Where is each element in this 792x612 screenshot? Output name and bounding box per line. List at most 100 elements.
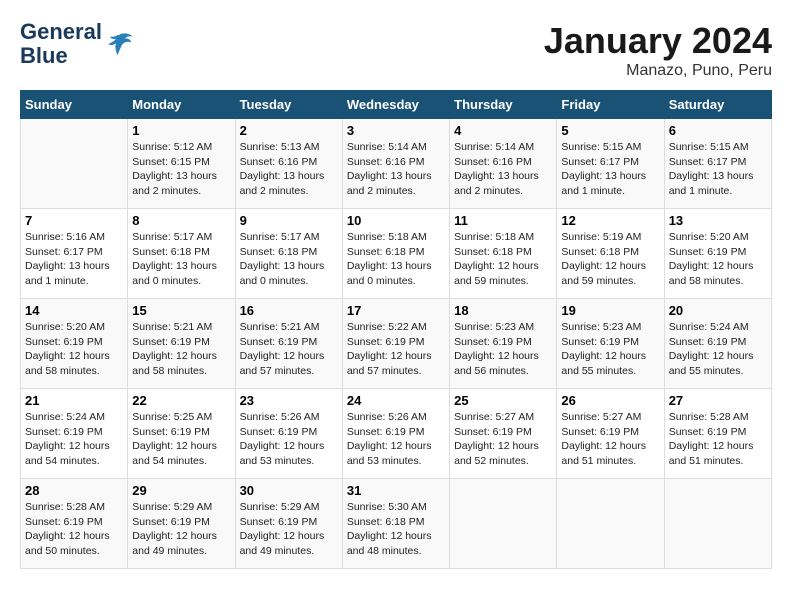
day-info: Sunrise: 5:28 AM Sunset: 6:19 PM Dayligh…: [669, 410, 767, 469]
logo-text: GeneralBlue: [20, 20, 102, 68]
day-number: 23: [240, 393, 338, 408]
day-number: 19: [561, 303, 659, 318]
calendar-cell: 1Sunrise: 5:12 AM Sunset: 6:15 PM Daylig…: [128, 119, 235, 209]
day-number: 14: [25, 303, 123, 318]
calendar-cell: 7 Sunrise: 5:16 AM Sunset: 6:17 PM Daylig…: [21, 209, 128, 299]
calendar-cell: 13Sunrise: 5:20 AM Sunset: 6:19 PM Dayli…: [664, 209, 771, 299]
calendar-cell: 24Sunrise: 5:26 AM Sunset: 6:19 PM Dayli…: [342, 389, 449, 479]
day-number: 1: [132, 123, 230, 138]
day-info: Sunrise: 5:15 AM Sunset: 6:17 PM Dayligh…: [669, 140, 767, 199]
day-info: Sunrise: 5:23 AM Sunset: 6:19 PM Dayligh…: [454, 320, 552, 379]
day-number: 25: [454, 393, 552, 408]
calendar-cell: 20 Sunrise: 5:24 AM Sunset: 6:19 PM Dayli…: [664, 299, 771, 389]
calendar-cell: 5 Sunrise: 5:15 AM Sunset: 6:17 PM Daylig…: [557, 119, 664, 209]
calendar-cell: 30 Sunrise: 5:29 AM Sunset: 6:19 PM Dayli…: [235, 479, 342, 569]
calendar-cell: 31 Sunrise: 5:30 AM Sunset: 6:18 PM Dayli…: [342, 479, 449, 569]
day-number: 2: [240, 123, 338, 138]
calendar-header-row: SundayMondayTuesdayWednesdayThursdayFrid…: [21, 91, 772, 119]
day-number: 15: [132, 303, 230, 318]
calendar-cell: 18Sunrise: 5:23 AM Sunset: 6:19 PM Dayli…: [450, 299, 557, 389]
header-friday: Friday: [557, 91, 664, 119]
logo: GeneralBlue: [20, 20, 134, 68]
calendar-cell: [450, 479, 557, 569]
day-number: 31: [347, 483, 445, 498]
title-block: January 2024 Manazo, Puno, Peru: [544, 20, 772, 80]
day-info: Sunrise: 5:21 AM Sunset: 6:19 PM Dayligh…: [132, 320, 230, 379]
calendar-cell: 15 Sunrise: 5:21 AM Sunset: 6:19 PM Dayli…: [128, 299, 235, 389]
header-tuesday: Tuesday: [235, 91, 342, 119]
day-number: 20: [669, 303, 767, 318]
day-number: 6: [669, 123, 767, 138]
day-number: 9: [240, 213, 338, 228]
calendar-cell: 3 Sunrise: 5:14 AM Sunset: 6:16 PM Daylig…: [342, 119, 449, 209]
day-number: 22: [132, 393, 230, 408]
calendar-cell: 4Sunrise: 5:14 AM Sunset: 6:16 PM Daylig…: [450, 119, 557, 209]
day-number: 12: [561, 213, 659, 228]
header-thursday: Thursday: [450, 91, 557, 119]
day-number: 16: [240, 303, 338, 318]
month-title: January 2024: [544, 20, 772, 62]
calendar-cell: [664, 479, 771, 569]
day-info: Sunrise: 5:30 AM Sunset: 6:18 PM Dayligh…: [347, 500, 445, 559]
day-number: 29: [132, 483, 230, 498]
day-number: 3: [347, 123, 445, 138]
day-info: Sunrise: 5:29 AM Sunset: 6:19 PM Dayligh…: [240, 500, 338, 559]
day-number: 11: [454, 213, 552, 228]
day-info: Sunrise: 5:13 AM Sunset: 6:16 PM Dayligh…: [240, 140, 338, 199]
day-info: Sunrise: 5:20 AM Sunset: 6:19 PM Dayligh…: [25, 320, 123, 379]
day-info: Sunrise: 5:24 AM Sunset: 6:19 PM Dayligh…: [669, 320, 767, 379]
day-info: Sunrise: 5:26 AM Sunset: 6:19 PM Dayligh…: [240, 410, 338, 469]
calendar-cell: 22 Sunrise: 5:25 AM Sunset: 6:19 PM Dayli…: [128, 389, 235, 479]
calendar-cell: 19 Sunrise: 5:23 AM Sunset: 6:19 PM Dayli…: [557, 299, 664, 389]
day-info: Sunrise: 5:22 AM Sunset: 6:19 PM Dayligh…: [347, 320, 445, 379]
header-saturday: Saturday: [664, 91, 771, 119]
calendar-week-row: 14 Sunrise: 5:20 AM Sunset: 6:19 PM Dayli…: [21, 299, 772, 389]
calendar-cell: 29 Sunrise: 5:29 AM Sunset: 6:19 PM Dayli…: [128, 479, 235, 569]
calendar-cell: 27Sunrise: 5:28 AM Sunset: 6:19 PM Dayli…: [664, 389, 771, 479]
logo-bird-icon: [104, 29, 134, 59]
day-number: 24: [347, 393, 445, 408]
calendar-cell: [557, 479, 664, 569]
day-info: Sunrise: 5:23 AM Sunset: 6:19 PM Dayligh…: [561, 320, 659, 379]
day-info: Sunrise: 5:27 AM Sunset: 6:19 PM Dayligh…: [454, 410, 552, 469]
calendar-table: SundayMondayTuesdayWednesdayThursdayFrid…: [20, 90, 772, 569]
calendar-cell: 26Sunrise: 5:27 AM Sunset: 6:19 PM Dayli…: [557, 389, 664, 479]
calendar-cell: 28 Sunrise: 5:28 AM Sunset: 6:19 PM Dayli…: [21, 479, 128, 569]
day-number: 7: [25, 213, 123, 228]
day-number: 28: [25, 483, 123, 498]
calendar-cell: 11 Sunrise: 5:18 AM Sunset: 6:18 PM Dayli…: [450, 209, 557, 299]
day-number: 4: [454, 123, 552, 138]
day-number: 5: [561, 123, 659, 138]
day-number: 8: [132, 213, 230, 228]
calendar-week-row: 28 Sunrise: 5:28 AM Sunset: 6:19 PM Dayli…: [21, 479, 772, 569]
day-info: Sunrise: 5:17 AM Sunset: 6:18 PM Dayligh…: [240, 230, 338, 289]
calendar-cell: 16 Sunrise: 5:21 AM Sunset: 6:19 PM Dayli…: [235, 299, 342, 389]
day-info: Sunrise: 5:20 AM Sunset: 6:19 PM Dayligh…: [669, 230, 767, 289]
calendar-cell: [21, 119, 128, 209]
calendar-cell: 25 Sunrise: 5:27 AM Sunset: 6:19 PM Dayli…: [450, 389, 557, 479]
calendar-week-row: 21Sunrise: 5:24 AM Sunset: 6:19 PM Dayli…: [21, 389, 772, 479]
header-monday: Monday: [128, 91, 235, 119]
day-info: Sunrise: 5:25 AM Sunset: 6:19 PM Dayligh…: [132, 410, 230, 469]
calendar-week-row: 1Sunrise: 5:12 AM Sunset: 6:15 PM Daylig…: [21, 119, 772, 209]
day-info: Sunrise: 5:16 AM Sunset: 6:17 PM Dayligh…: [25, 230, 123, 289]
day-info: Sunrise: 5:29 AM Sunset: 6:19 PM Dayligh…: [132, 500, 230, 559]
calendar-cell: 21Sunrise: 5:24 AM Sunset: 6:19 PM Dayli…: [21, 389, 128, 479]
header-wednesday: Wednesday: [342, 91, 449, 119]
day-info: Sunrise: 5:21 AM Sunset: 6:19 PM Dayligh…: [240, 320, 338, 379]
calendar-cell: 23 Sunrise: 5:26 AM Sunset: 6:19 PM Dayli…: [235, 389, 342, 479]
day-number: 17: [347, 303, 445, 318]
calendar-cell: 14 Sunrise: 5:20 AM Sunset: 6:19 PM Dayli…: [21, 299, 128, 389]
calendar-cell: 6 Sunrise: 5:15 AM Sunset: 6:17 PM Daylig…: [664, 119, 771, 209]
day-info: Sunrise: 5:14 AM Sunset: 6:16 PM Dayligh…: [347, 140, 445, 199]
day-info: Sunrise: 5:17 AM Sunset: 6:18 PM Dayligh…: [132, 230, 230, 289]
day-info: Sunrise: 5:27 AM Sunset: 6:19 PM Dayligh…: [561, 410, 659, 469]
calendar-cell: 2 Sunrise: 5:13 AM Sunset: 6:16 PM Daylig…: [235, 119, 342, 209]
day-info: Sunrise: 5:28 AM Sunset: 6:19 PM Dayligh…: [25, 500, 123, 559]
day-number: 30: [240, 483, 338, 498]
header-sunday: Sunday: [21, 91, 128, 119]
day-info: Sunrise: 5:18 AM Sunset: 6:18 PM Dayligh…: [454, 230, 552, 289]
calendar-cell: 9 Sunrise: 5:17 AM Sunset: 6:18 PM Daylig…: [235, 209, 342, 299]
calendar-cell: 10Sunrise: 5:18 AM Sunset: 6:18 PM Dayli…: [342, 209, 449, 299]
day-info: Sunrise: 5:15 AM Sunset: 6:17 PM Dayligh…: [561, 140, 659, 199]
